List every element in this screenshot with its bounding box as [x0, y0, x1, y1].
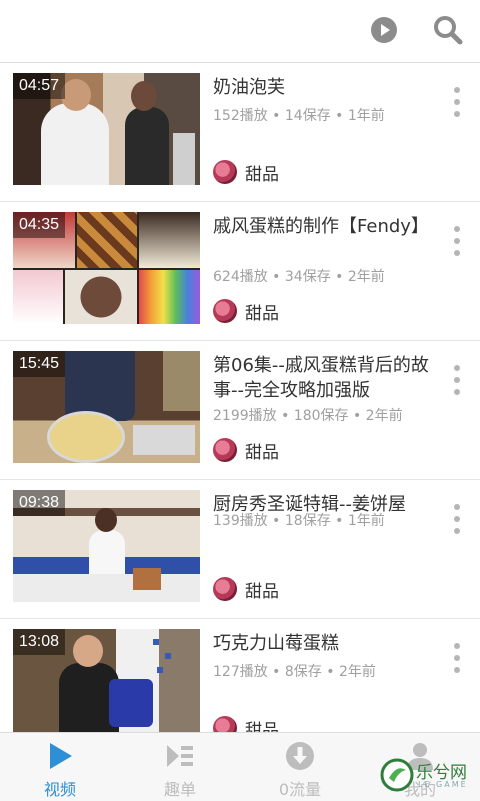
video-thumbnail[interactable]: 09:38: [13, 490, 200, 602]
play-icon: [50, 743, 72, 769]
download-icon: [286, 742, 314, 770]
channel-name: 甜品: [245, 303, 279, 324]
channel-link[interactable]: 甜品: [213, 298, 279, 324]
more-options-icon[interactable]: [448, 87, 466, 117]
video-title[interactable]: 巧克力山莓蛋糕: [213, 631, 431, 656]
watermark-logo-icon: [380, 758, 414, 792]
video-item[interactable]: 09:38 厨房秀圣诞特辑--姜饼屋 139播放 • 18保存 • 1年前 甜品: [0, 480, 480, 619]
channel-avatar: [213, 438, 237, 462]
channel-avatar: [213, 299, 237, 323]
channel-name: 甜品: [245, 442, 279, 463]
tab-label: 趣单: [163, 780, 196, 799]
tab-offline[interactable]: 0流量: [240, 733, 360, 801]
channel-link[interactable]: 甜品: [213, 159, 279, 185]
channel-avatar: [213, 160, 237, 184]
more-options-icon[interactable]: [448, 365, 466, 395]
search-button[interactable]: [432, 14, 464, 46]
channel-name: 甜品: [245, 581, 279, 602]
tab-label: 视频: [43, 780, 76, 799]
playlist-icon: [167, 745, 193, 767]
video-item[interactable]: 15:45 第06集--戚风蛋糕背后的故事--完全攻略加强版 2199播放 • …: [0, 341, 480, 480]
play-circle-icon: [371, 17, 397, 43]
video-meta: 152播放 • 14保存 • 1年前: [213, 108, 385, 124]
tab-playlists[interactable]: 趣单: [120, 733, 240, 801]
more-options-icon[interactable]: [448, 226, 466, 256]
video-meta: 624播放 • 34保存 • 2年前: [213, 269, 385, 285]
video-thumbnail[interactable]: 04:57: [13, 73, 200, 185]
play-button[interactable]: [368, 14, 400, 46]
video-thumbnail[interactable]: 15:45: [13, 351, 200, 463]
video-thumbnail[interactable]: 04:35: [13, 212, 200, 324]
more-options-icon[interactable]: [448, 643, 466, 673]
video-item[interactable]: 04:57 奶油泡芙 152播放 • 14保存 • 1年前 甜品: [0, 63, 480, 202]
site-watermark: 乐兮网 LE GAME: [380, 756, 480, 800]
video-duration: 15:45: [13, 351, 66, 377]
channel-link[interactable]: 甜品: [213, 576, 279, 602]
video-duration: 09:38: [13, 490, 66, 516]
channel-link[interactable]: 甜品: [213, 437, 279, 463]
video-duration: 13:08: [13, 629, 66, 655]
search-icon: [434, 16, 463, 45]
video-duration: 04:35: [13, 212, 66, 238]
tab-videos[interactable]: 视频: [0, 733, 120, 801]
video-meta: 2199播放 • 180保存 • 2年前: [213, 408, 403, 424]
video-thumbnail[interactable]: 13:08: [13, 629, 200, 741]
video-title[interactable]: 第06集--戚风蛋糕背后的故事--完全攻略加强版: [213, 353, 431, 403]
more-options-icon[interactable]: [448, 504, 466, 534]
watermark-subtext: LE GAME: [418, 780, 468, 789]
video-duration: 04:57: [13, 73, 66, 99]
video-meta: 127播放 • 8保存 • 2年前: [213, 664, 376, 680]
video-title[interactable]: 戚风蛋糕的制作【Fendy】: [213, 214, 431, 239]
video-title[interactable]: 奶油泡芙: [213, 75, 431, 100]
tab-label: 0流量: [278, 780, 322, 799]
top-bar: [0, 0, 480, 63]
video-meta: 139播放 • 18保存 • 1年前: [213, 513, 385, 529]
video-item[interactable]: 04:35 戚风蛋糕的制作【Fendy】 624播放 • 34保存 • 2年前 …: [0, 202, 480, 341]
channel-avatar: [213, 577, 237, 601]
channel-name: 甜品: [245, 164, 279, 185]
